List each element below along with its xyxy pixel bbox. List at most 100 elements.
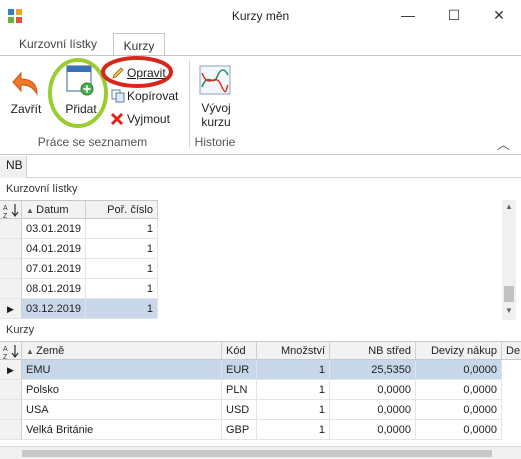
sheets-header: A Z ▲ Datum Poř. číslo bbox=[0, 200, 158, 219]
row-indicator[interactable] bbox=[0, 259, 22, 279]
table-row[interactable]: 04.01.2019 1 bbox=[0, 239, 158, 259]
cell-mid: 0,0000 bbox=[330, 420, 416, 440]
scroll-up-icon[interactable]: ▲ bbox=[502, 200, 516, 214]
cell-order: 1 bbox=[86, 259, 158, 279]
edit-button[interactable]: Opravit bbox=[127, 66, 166, 80]
row-indicator[interactable] bbox=[0, 279, 22, 299]
row-indicator[interactable] bbox=[0, 420, 22, 440]
tab-kurzy[interactable]: Kurzy bbox=[113, 33, 165, 56]
sheets-scrollbar[interactable]: ▲ ▼ bbox=[502, 200, 516, 320]
rates-horizontal-scrollbar[interactable] bbox=[0, 446, 521, 459]
sheets-grid: 03.01.2019 1 04.01.2019 1 07.01.2019 1 0… bbox=[0, 219, 158, 319]
group-label-list: Práce se seznamem bbox=[37, 135, 148, 149]
sort-asc-icon: ▲ bbox=[26, 206, 37, 215]
cell-country: EMU bbox=[22, 360, 222, 380]
sheets-title: Kurzovní lístky bbox=[6, 183, 78, 195]
cell-amount: 1 bbox=[257, 380, 330, 400]
cut-button[interactable]: Vyjmout bbox=[127, 112, 170, 126]
svg-text:Z: Z bbox=[3, 213, 8, 218]
cell-buy: 0,0000 bbox=[416, 360, 502, 380]
cell-order: 1 bbox=[86, 239, 158, 259]
row-indicator[interactable] bbox=[0, 219, 22, 239]
row-indicator[interactable]: ▶ bbox=[0, 299, 22, 319]
cell-country: Velká Británie bbox=[22, 420, 222, 440]
sort-asc-icon: ▲ bbox=[26, 347, 37, 356]
row-indicator[interactable] bbox=[0, 400, 22, 420]
minimize-button[interactable]: — bbox=[395, 3, 421, 27]
row-indicator[interactable]: ▶ bbox=[0, 360, 22, 380]
back-arrow-icon[interactable] bbox=[11, 70, 41, 98]
cell-code: USD bbox=[222, 400, 257, 420]
column-header-mid[interactable]: NB střed bbox=[330, 342, 416, 359]
chart-icon bbox=[199, 65, 231, 95]
cell-code: EUR bbox=[222, 360, 257, 380]
cell-date: 03.12.2019 bbox=[22, 299, 86, 319]
cut-icon bbox=[110, 112, 124, 126]
cell-buy: 0,0000 bbox=[416, 380, 502, 400]
tab-nb[interactable]: NB bbox=[0, 156, 27, 178]
scroll-down-icon[interactable]: ▼ bbox=[502, 304, 516, 318]
add-button-label[interactable]: Přidat bbox=[59, 102, 103, 116]
cell-buy: 0,0000 bbox=[416, 420, 502, 440]
table-row-selected[interactable]: ▶ EMU EUR 1 25,5350 0,0000 bbox=[0, 360, 502, 380]
cell-order: 1 bbox=[86, 299, 158, 319]
cell-amount: 1 bbox=[257, 360, 330, 380]
cell-amount: 1 bbox=[257, 400, 330, 420]
rates-header: A Z ▲ Země Kód Množství NB střed Devizy … bbox=[0, 341, 521, 360]
cell-buy: 0,0000 bbox=[416, 400, 502, 420]
column-header-buy[interactable]: Devizy nákup bbox=[416, 342, 502, 359]
copy-button[interactable]: Kopírovat bbox=[127, 89, 178, 103]
cell-mid: 0,0000 bbox=[330, 380, 416, 400]
cell-date: 04.01.2019 bbox=[22, 239, 86, 259]
table-row[interactable]: Velká Británie GBP 1 0,0000 0,0000 bbox=[0, 420, 502, 440]
sort-az-icon[interactable]: A Z bbox=[0, 342, 22, 359]
column-header-amount[interactable]: Množství bbox=[257, 342, 330, 359]
column-header-order[interactable]: Poř. číslo bbox=[86, 201, 158, 218]
rates-grid: ▶ EMU EUR 1 25,5350 0,0000 Polsko PLN 1 … bbox=[0, 360, 521, 440]
cell-date: 03.01.2019 bbox=[22, 219, 86, 239]
column-header-country[interactable]: ▲ Země bbox=[22, 342, 222, 359]
scroll-thumb[interactable] bbox=[504, 286, 514, 302]
cell-country: USA bbox=[22, 400, 222, 420]
cell-mid: 0,0000 bbox=[330, 400, 416, 420]
column-header-more[interactable]: De bbox=[502, 342, 521, 359]
source-tab-bar bbox=[0, 156, 521, 178]
group-label-history: Historie bbox=[194, 135, 236, 149]
maximize-button[interactable]: ☐ bbox=[441, 3, 467, 27]
svg-text:A: A bbox=[3, 346, 8, 353]
cell-mid: 25,5350 bbox=[330, 360, 416, 380]
svg-text:A: A bbox=[3, 205, 8, 212]
ribbon-collapse-button[interactable]: ︿ bbox=[497, 134, 510, 153]
rates-title: Kurzy bbox=[6, 324, 35, 336]
table-row[interactable]: 07.01.2019 1 bbox=[0, 259, 158, 279]
cell-date: 07.01.2019 bbox=[22, 259, 86, 279]
pencil-icon bbox=[111, 66, 125, 80]
column-label-date: Datum bbox=[36, 204, 69, 216]
cell-order: 1 bbox=[86, 279, 158, 299]
tab-kurzovni-listky[interactable]: Kurzovní lístky bbox=[19, 35, 97, 55]
table-row[interactable]: 03.01.2019 1 bbox=[0, 219, 158, 239]
table-row[interactable]: Polsko PLN 1 0,0000 0,0000 bbox=[0, 380, 502, 400]
add-record-icon bbox=[65, 64, 95, 96]
cell-code: PLN bbox=[222, 380, 257, 400]
history-button[interactable]: Vývoj kurzu bbox=[194, 101, 238, 129]
sort-az-icon[interactable]: A Z bbox=[0, 201, 22, 218]
row-indicator[interactable] bbox=[0, 239, 22, 259]
table-row[interactable]: USA USD 1 0,0000 0,0000 bbox=[0, 400, 502, 420]
cell-amount: 1 bbox=[257, 420, 330, 440]
cell-date: 08.01.2019 bbox=[22, 279, 86, 299]
cell-country: Polsko bbox=[22, 380, 222, 400]
scroll-thumb[interactable] bbox=[22, 450, 492, 457]
column-header-code[interactable]: Kód bbox=[222, 342, 257, 359]
copy-icon bbox=[111, 89, 125, 103]
table-row-selected[interactable]: ▶ 03.12.2019 1 bbox=[0, 299, 158, 319]
close-button[interactable]: ✕ bbox=[486, 3, 512, 27]
column-label-country: Země bbox=[36, 345, 65, 357]
table-row[interactable]: 08.01.2019 1 bbox=[0, 279, 158, 299]
svg-text:Z: Z bbox=[3, 354, 8, 359]
back-button[interactable]: Zavřít bbox=[4, 102, 48, 116]
cell-code: GBP bbox=[222, 420, 257, 440]
row-indicator[interactable] bbox=[0, 380, 22, 400]
column-header-date[interactable]: ▲ Datum bbox=[22, 201, 86, 218]
cell-order: 1 bbox=[86, 219, 158, 239]
